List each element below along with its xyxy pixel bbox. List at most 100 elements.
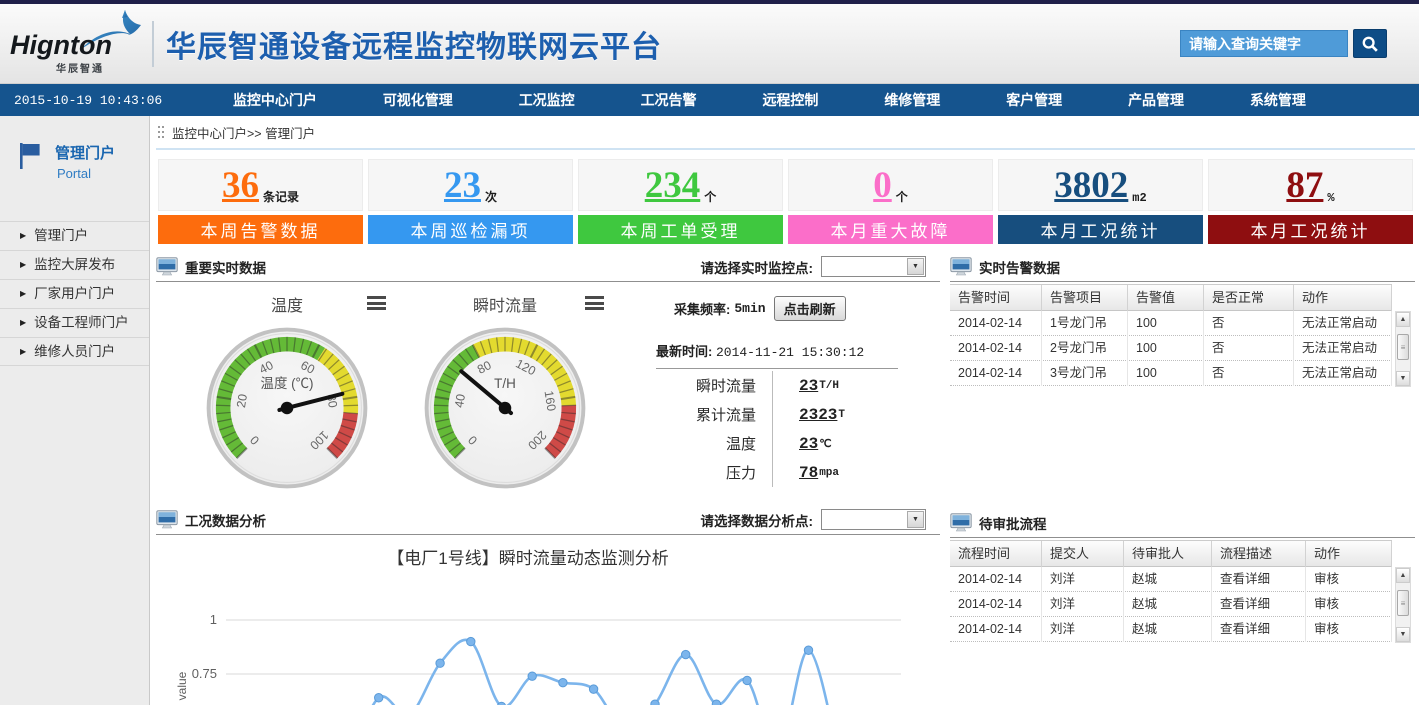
- realtime-section-title: 重要实时数据: [185, 257, 266, 277]
- main-nav: 2015-10-19 10:43:06 监控中心门户可视化管理工况监控工况告警远…: [0, 84, 1419, 116]
- scrollbar-track[interactable]: ≡: [1396, 327, 1410, 371]
- dropdown-arrow-icon: ▼: [907, 511, 924, 528]
- reading-label: 压力: [656, 462, 772, 483]
- alarm-cell: 无法正常启动: [1294, 336, 1392, 361]
- scrollbar-thumb[interactable]: ≡: [1397, 590, 1409, 616]
- alarm-cell: 1号龙门吊: [1042, 311, 1128, 336]
- stat-card-label[interactable]: 本周工单受理: [578, 215, 783, 244]
- reading-row: 温度23℃: [656, 429, 908, 458]
- search-input[interactable]: [1180, 30, 1348, 57]
- approval-cell[interactable]: 审核: [1306, 592, 1392, 617]
- reading-label: 瞬时流量: [656, 375, 772, 396]
- sidebar-item-label: 管理门户: [34, 222, 88, 250]
- reading-label: 累计流量: [656, 404, 772, 425]
- main-area: 监控中心门户>> 管理门户 36条记录本周告警数据23次本周巡检漏项234个本周…: [150, 116, 1419, 705]
- scrollbar-down-icon[interactable]: ▼: [1396, 371, 1410, 386]
- gauge-menu-icon[interactable]: [585, 296, 604, 313]
- sidebar-item-2[interactable]: ▶厂家用户门户: [0, 279, 149, 308]
- analysis-panel-header: 工况数据分析 请选择数据分析点: ▼: [156, 505, 940, 535]
- logo: Hignton 华辰智通: [8, 8, 136, 80]
- header-divider: [152, 21, 154, 67]
- alarm-column-header: 是否正常: [1204, 285, 1294, 312]
- stat-value: 87: [1286, 167, 1323, 204]
- scrollbar-up-icon[interactable]: ▲: [1396, 568, 1410, 583]
- table-scrollbar: ▲ ≡ ▼: [1395, 311, 1411, 387]
- nav-item-4[interactable]: 远程控制: [762, 90, 818, 110]
- approval-cell: 赵城: [1124, 567, 1212, 592]
- stat-card-label[interactable]: 本月工况统计: [998, 215, 1203, 244]
- page-title: 华辰智通设备远程监控物联网云平台: [166, 22, 662, 66]
- approval-cell: 2014-02-14: [950, 592, 1042, 617]
- approval-cell[interactable]: 查看详细: [1212, 592, 1306, 617]
- nav-item-6[interactable]: 客户管理: [1006, 90, 1062, 110]
- stat-unit: 个: [896, 188, 908, 205]
- nav-item-2[interactable]: 工况监控: [519, 90, 575, 110]
- scrollbar-down-icon[interactable]: ▼: [1396, 627, 1410, 642]
- stat-unit: %: [1327, 191, 1334, 205]
- stat-card-label[interactable]: 本月工况统计: [1208, 215, 1413, 244]
- analysis-select-label: 请选择数据分析点:: [701, 510, 814, 530]
- reading-value: 23T/H: [772, 371, 908, 400]
- freq-value: 5min: [734, 301, 765, 316]
- alarms-panel: 实时告警数据 告警时间告警项目告警值是否正常动作2014-02-141号龙门吊1…: [950, 252, 1415, 387]
- nav-item-1[interactable]: 可视化管理: [383, 90, 453, 110]
- alarm-cell: 否: [1204, 311, 1294, 336]
- chevron-right-icon: ▶: [20, 222, 26, 250]
- sidebar-item-4[interactable]: ▶维修人员门户: [0, 337, 149, 366]
- alarm-cell: 2014-02-14: [950, 311, 1042, 336]
- temperature-gauge-block: 温度 020406080100温度 (℃): [178, 292, 396, 497]
- approvals-panel: 待审批流程 流程时间提交人待审批人流程描述动作2014-02-14刘洋赵城查看详…: [950, 508, 1415, 643]
- nav-item-8[interactable]: 系统管理: [1250, 90, 1306, 110]
- alarm-cell: 2014-02-14: [950, 336, 1042, 361]
- search-button[interactable]: [1353, 29, 1387, 58]
- latest-time-value: 2014-11-21 15:30:12: [716, 345, 864, 360]
- approvals-table: 流程时间提交人待审批人流程描述动作2014-02-14刘洋赵城查看详细审核201…: [950, 540, 1415, 643]
- approval-cell[interactable]: 查看详细: [1212, 617, 1306, 642]
- flow-gauge-title: 瞬时流量: [473, 298, 537, 315]
- nav-items: 监控中心门户 可视化管理 工况监控 工况告警 远程控制 维修管理 客户管理 产品管理 系统管理: [200, 90, 1419, 110]
- app-header: Hignton 华辰智通 华辰智通设备远程监控物联网云平台: [0, 4, 1419, 84]
- reading-value: 78mpa: [772, 458, 908, 487]
- gauge-menu-icon[interactable]: [367, 296, 386, 313]
- stat-card-3: 0个本月重大故障: [788, 159, 993, 244]
- chevron-right-icon: ▶: [20, 280, 26, 308]
- nav-item-5[interactable]: 维修管理: [884, 90, 940, 110]
- alarm-cell: 100: [1128, 311, 1204, 336]
- approval-cell[interactable]: 查看详细: [1212, 567, 1306, 592]
- monitor-icon: [950, 257, 972, 277]
- sidebar-item-1[interactable]: ▶监控大屏发布: [0, 250, 149, 279]
- logo-text: Hignton: [10, 30, 112, 61]
- scrollbar-thumb[interactable]: ≡: [1397, 334, 1409, 360]
- stat-card-label[interactable]: 本周巡检漏项: [368, 215, 573, 244]
- sidebar-menu: ▶ 管理门户▶监控大屏发布▶厂家用户门户▶设备工程师门户▶维修人员门户: [0, 221, 149, 366]
- approval-cell[interactable]: 审核: [1306, 567, 1392, 592]
- latest-time-label: 最新时间:: [656, 344, 712, 359]
- scrollbar-track[interactable]: ≡: [1396, 583, 1410, 627]
- refresh-button[interactable]: 点击刷新: [774, 296, 846, 321]
- stat-card-label[interactable]: 本月重大故障: [788, 215, 993, 244]
- stat-card-4: 3802m2本月工况统计: [998, 159, 1203, 244]
- stat-card-label[interactable]: 本周告警数据: [158, 215, 363, 244]
- approval-cell[interactable]: 审核: [1306, 617, 1392, 642]
- line-chart-svg: 10.750.5value: [156, 568, 940, 705]
- approvals-section-title: 待审批流程: [979, 513, 1047, 533]
- sidebar: 管理门户 Portal ▶管理门户▶监控大屏发布▶厂家用户门户▶设备工程师门户▶…: [0, 116, 150, 705]
- sidebar-item-0[interactable]: ▶ 管理门户: [0, 221, 149, 250]
- approval-column-header: 待审批人: [1124, 541, 1212, 568]
- freq-label: 采集频率:: [674, 299, 730, 318]
- nav-item-0[interactable]: 监控中心门户: [233, 90, 317, 110]
- nav-item-3[interactable]: 工况告警: [641, 90, 697, 110]
- flow-gauge-label: T/H: [494, 376, 516, 391]
- analysis-point-select[interactable]: ▼: [821, 509, 926, 530]
- svg-text:0.75: 0.75: [192, 666, 217, 681]
- stat-value: 234: [645, 167, 701, 204]
- reading-number: 78: [799, 464, 818, 482]
- scrollbar-up-icon[interactable]: ▲: [1396, 312, 1410, 327]
- monitor-point-select[interactable]: ▼: [821, 256, 926, 277]
- sidebar-item-3[interactable]: ▶设备工程师门户: [0, 308, 149, 337]
- chevron-right-icon: ▶: [20, 251, 26, 279]
- logo-subtext: 华辰智通: [56, 60, 104, 75]
- nav-item-7[interactable]: 产品管理: [1128, 90, 1184, 110]
- flag-icon: [18, 142, 42, 170]
- alarm-cell: 否: [1204, 336, 1294, 361]
